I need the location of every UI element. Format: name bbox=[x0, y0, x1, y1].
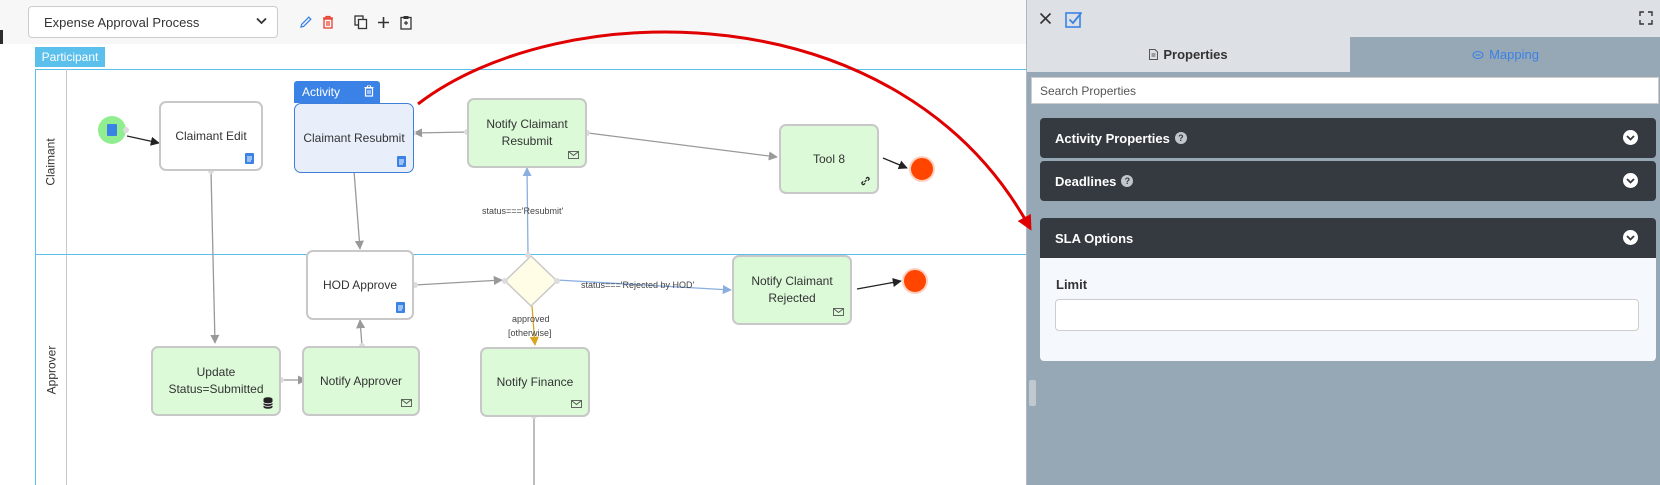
process-select-value: Expense Approval Process bbox=[44, 14, 200, 30]
chevron-down-icon[interactable] bbox=[1623, 130, 1638, 145]
tab-mapping[interactable]: Mapping bbox=[1350, 37, 1660, 72]
chevron-down-icon bbox=[256, 16, 267, 28]
edge-notify-approver-hod bbox=[356, 319, 366, 347]
edge-label-otherwise[interactable]: [otherwise] bbox=[508, 328, 552, 338]
task-notify-claimant-resubmit[interactable]: Notify Claimant Resubmit bbox=[467, 98, 587, 168]
activity-badge-label: Activity bbox=[302, 85, 341, 99]
chevron-down-icon[interactable] bbox=[1623, 230, 1638, 245]
tab-mapping-label: Mapping bbox=[1489, 47, 1539, 62]
start-document-icon bbox=[107, 124, 117, 136]
limit-input[interactable] bbox=[1055, 299, 1639, 331]
edge-resubmit-hod bbox=[353, 170, 364, 250]
trash-icon[interactable] bbox=[320, 13, 336, 31]
task-tool-8[interactable]: Tool 8 bbox=[779, 124, 879, 194]
envelope-icon bbox=[571, 398, 582, 410]
envelope-icon bbox=[833, 306, 844, 318]
document-icon bbox=[244, 152, 255, 164]
close-icon[interactable] bbox=[1037, 10, 1053, 26]
exclusive-gateway bbox=[503, 254, 559, 308]
copy-icon[interactable] bbox=[353, 13, 369, 31]
task-notify-finance[interactable]: Notify Finance bbox=[480, 347, 590, 417]
task-notify-claimant-rejected[interactable]: Notify Claimant Rejected bbox=[732, 255, 852, 325]
task-notify-claimant-resubmit-label: Notify Claimant Resubmit bbox=[486, 117, 568, 148]
panel-resize-handle[interactable] bbox=[1029, 380, 1036, 406]
properties-panel: Properties Mapping Search Properties Act… bbox=[1026, 0, 1660, 485]
end-event-approver bbox=[902, 268, 928, 294]
task-notify-finance-label: Notify Finance bbox=[496, 374, 574, 389]
document-icon bbox=[396, 155, 407, 167]
lane-approver-label: Approver bbox=[44, 345, 59, 395]
lane-approver[interactable]: Approver bbox=[36, 255, 66, 485]
document-icon bbox=[1149, 49, 1159, 60]
start-event bbox=[98, 116, 126, 144]
process-select[interactable]: Expense Approval Process bbox=[28, 6, 278, 38]
section-activity-properties[interactable]: Activity Properties ? bbox=[1040, 118, 1656, 158]
search-properties-placeholder: Search Properties bbox=[1040, 83, 1137, 98]
link-icon bbox=[860, 175, 871, 187]
process-designer: Expense Approval Process Participant Cla… bbox=[0, 0, 1660, 485]
pencil-icon[interactable] bbox=[298, 13, 314, 31]
link-icon bbox=[1472, 50, 1484, 60]
limit-label: Limit bbox=[1056, 277, 1088, 292]
search-properties-input[interactable]: Search Properties bbox=[1031, 77, 1659, 104]
edge-notify-to-tool8 bbox=[587, 132, 778, 161]
task-claimant-edit-label: Claimant Edit bbox=[175, 128, 247, 143]
edge-edit-update bbox=[210, 170, 220, 344]
panel-tabs: Properties Mapping bbox=[1027, 37, 1660, 72]
lane-header-divider bbox=[66, 69, 67, 485]
edge-label-rejected[interactable]: status==='Rejected by HOD' bbox=[581, 280, 694, 290]
clipboard-icon[interactable] bbox=[398, 13, 414, 31]
diagram-canvas[interactable]: Participant Claimant Approver Activity C… bbox=[0, 44, 1026, 485]
tab-properties[interactable]: Properties bbox=[1027, 37, 1350, 72]
section-activity-properties-label: Activity Properties bbox=[1055, 130, 1170, 146]
lane-claimant[interactable]: Claimant bbox=[36, 70, 66, 254]
checkbox-icon[interactable] bbox=[1064, 9, 1083, 28]
end-event-claimant bbox=[909, 156, 935, 182]
edge-hod-gateway bbox=[414, 275, 503, 286]
task-claimant-resubmit-label: Claimant Resubmit bbox=[303, 130, 405, 145]
task-hod-approve-label: HOD Approve bbox=[322, 277, 398, 292]
task-update-status[interactable]: Update Status=Submitted bbox=[151, 346, 281, 416]
edge-label-approved[interactable]: approved bbox=[512, 314, 550, 324]
task-claimant-resubmit[interactable]: Claimant Resubmit bbox=[294, 103, 414, 173]
edge-rejected-end bbox=[856, 277, 902, 290]
plus-icon[interactable] bbox=[375, 13, 391, 31]
database-icon bbox=[262, 397, 273, 409]
task-claimant-edit[interactable]: Claimant Edit bbox=[159, 101, 263, 171]
task-notify-approver[interactable]: Notify Approver bbox=[302, 346, 420, 416]
envelope-icon bbox=[401, 397, 412, 409]
section-deadlines[interactable]: Deadlines ? bbox=[1040, 161, 1656, 201]
task-update-status-label: Update Status=Submitted bbox=[168, 365, 264, 396]
edge-tool8-end bbox=[882, 157, 908, 170]
panel-header bbox=[1027, 0, 1660, 37]
expand-icon[interactable] bbox=[1638, 10, 1654, 26]
tab-properties-label: Properties bbox=[1163, 47, 1228, 62]
task-hod-approve[interactable]: HOD Approve bbox=[306, 250, 414, 320]
trash-icon[interactable] bbox=[364, 85, 374, 100]
task-notify-claimant-rejected-label: Notify Claimant Rejected bbox=[751, 274, 833, 305]
envelope-icon bbox=[568, 149, 579, 161]
task-notify-approver-label: Notify Approver bbox=[319, 373, 403, 388]
chevron-down-icon[interactable] bbox=[1623, 173, 1638, 188]
lane-claimant-label: Claimant bbox=[44, 138, 59, 186]
lane-divider bbox=[35, 254, 1026, 255]
document-icon bbox=[395, 301, 406, 313]
section-sla-options-label: SLA Options bbox=[1055, 230, 1134, 246]
edge-label-resubmit[interactable]: status==='Resubmit' bbox=[482, 206, 563, 216]
section-deadlines-label: Deadlines bbox=[1055, 173, 1117, 189]
help-icon[interactable]: ? bbox=[1174, 132, 1187, 144]
task-tool-8-label: Tool 8 bbox=[812, 151, 846, 166]
edge-gateway-finance bbox=[529, 305, 539, 346]
edge-start-claimant-edit bbox=[126, 135, 160, 146]
pool-top-border bbox=[35, 69, 1026, 70]
section-sla-options[interactable]: SLA Options bbox=[1040, 218, 1656, 258]
designer-toolbar: Expense Approval Process bbox=[0, 0, 1026, 44]
help-icon[interactable]: ? bbox=[1121, 175, 1134, 187]
activity-badge[interactable]: Activity bbox=[294, 81, 380, 103]
participant-tab[interactable]: Participant bbox=[35, 47, 105, 67]
sla-options-body: Limit bbox=[1040, 258, 1656, 361]
edge-notify-to-resubmit bbox=[413, 128, 469, 138]
